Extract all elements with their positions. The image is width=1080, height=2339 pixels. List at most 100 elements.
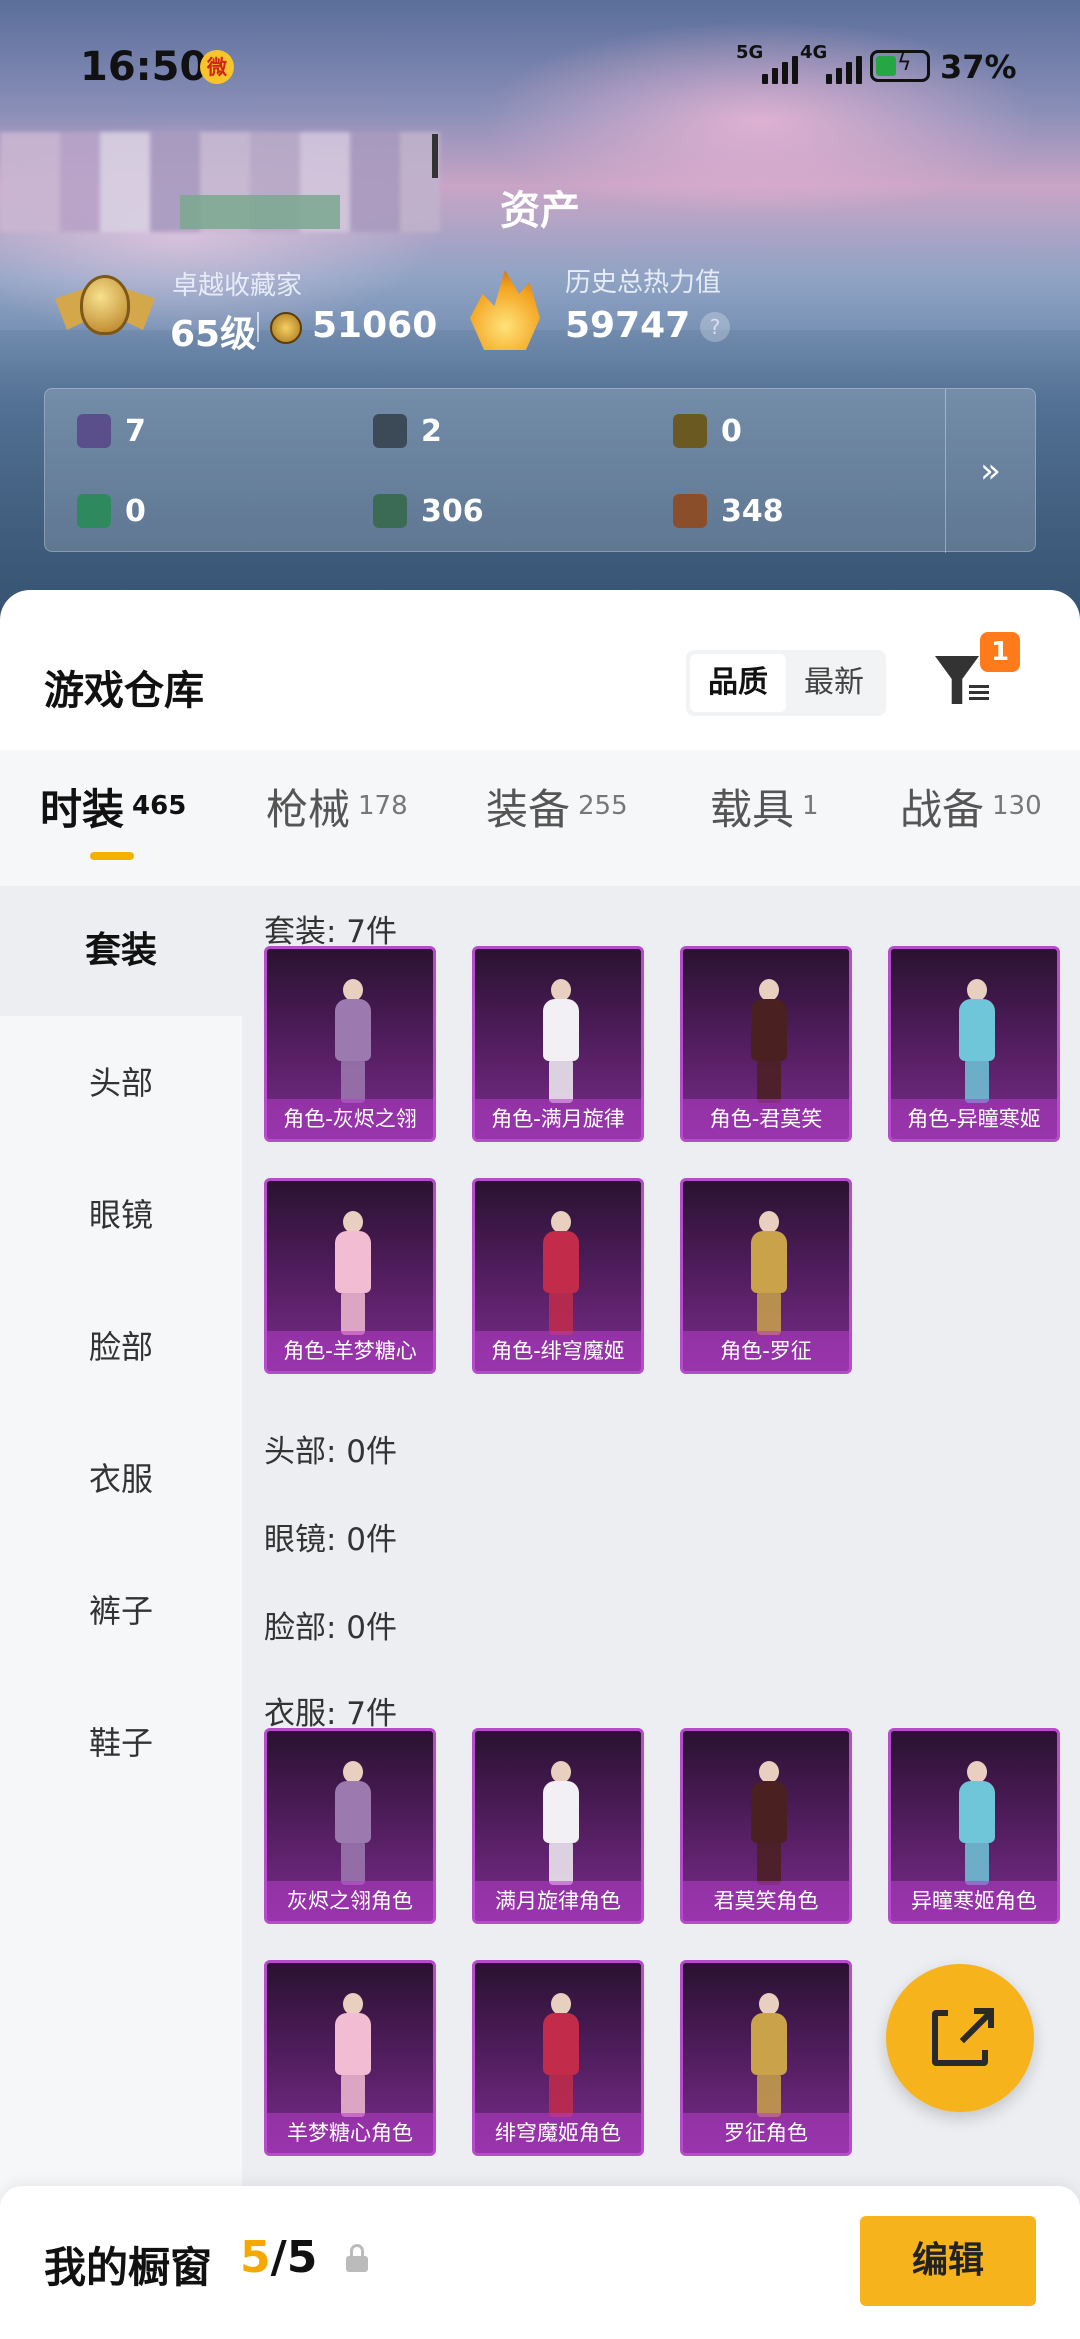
tab-equipment[interactable]: 装备 255 [486,776,628,837]
character-figure [741,1993,797,2117]
collector-title: 卓越收藏家 [172,271,303,301]
coin-icon [270,312,302,344]
clock: 16:50 [80,44,208,90]
asset-item: 306 [373,491,484,531]
item-label: 角色-异瞳寒姬 [891,1099,1057,1139]
sidebar-item-glasses[interactable]: 眼镜 [0,1190,242,1236]
tab-fashion[interactable]: 时装 465 [40,776,186,837]
character-figure [533,1761,589,1885]
sidebar-item-pants[interactable]: 裤子 [0,1586,242,1632]
item-card[interactable]: 羊梦糖心角色 [264,1960,436,2156]
sidebar-item-shoes[interactable]: 鞋子 [0,1718,242,1764]
tab-vehicles[interactable]: 载具 1 [710,776,819,837]
character-figure [325,1211,381,1335]
item-card[interactable]: 角色-羊梦糖心 [264,1178,436,1374]
item-label: 角色-羊梦糖心 [267,1331,433,1371]
asset-item: 0 [673,411,742,451]
filter-icon[interactable] [935,652,989,708]
app-screen: { "status_bar": {"time": "16:50", "net1"… [0,0,1080,2339]
expand-assets-button[interactable]: » [945,389,1035,553]
subcategory-sidebar: 套装 头部 眼镜 脸部 衣服 裤子 鞋子 [0,886,242,2306]
item-card[interactable]: 异瞳寒姬角色 [888,1728,1060,1924]
battery-percent: 37% [940,48,1017,86]
tab-guns[interactable]: 枪械 178 [266,776,408,837]
item-label: 角色-绯穹魔姬 [475,1331,641,1371]
item-card[interactable]: 角色-满月旋律 [472,946,644,1142]
item-label: 角色-君莫笑 [683,1099,849,1139]
item-card[interactable]: 角色-灰烬之翎 [264,946,436,1142]
character-figure [533,1211,589,1335]
section-title-clothes: 衣服: 7件 [264,1696,398,1732]
character-figure [325,1761,381,1885]
tab-gear[interactable]: 战备 130 [900,776,1042,837]
network-5g-label: 5G [736,42,764,63]
help-icon[interactable]: ? [700,312,730,342]
card-icon [77,414,111,448]
item-label: 角色-满月旋律 [475,1099,641,1139]
divider [257,312,259,342]
asset-item: 7 [77,411,146,451]
weibo-icon: 微 [200,50,234,84]
item-label: 满月旋律角色 [475,1881,641,1921]
sidebar-item-face[interactable]: 脸部 [0,1322,242,1368]
character-figure [741,979,797,1103]
item-card[interactable]: 角色-绯穹魔姬 [472,1178,644,1374]
item-card[interactable]: 君莫笑角色 [680,1728,852,1924]
heat-label: 历史总热力值 [565,268,722,298]
character-figure [741,1211,797,1335]
item-card[interactable]: 满月旋律角色 [472,1728,644,1924]
asset-item: 348 [673,491,784,531]
sidebar-item-head[interactable]: 头部 [0,1058,242,1104]
item-label: 灰烬之翎角色 [267,1881,433,1921]
item-card[interactable]: 绯穹魔姬角色 [472,1960,644,2156]
gear-token-icon [373,414,407,448]
sort-latest-button[interactable]: 最新 [786,654,882,712]
item-card[interactable]: 角色-异瞳寒姬 [888,946,1060,1142]
gold-emblem-icon [673,414,707,448]
blurred-username [432,134,438,178]
green-ticket-icon [77,494,111,528]
collector-medal-icon [55,265,155,355]
sort-quality-button[interactable]: 品质 [690,654,786,712]
item-card[interactable]: 角色-君莫笑 [680,946,852,1142]
status-bar: 16:50 微 5G 4G ϟ 37% [0,40,1080,100]
green-orb-icon [373,494,407,528]
character-figure [533,979,589,1103]
item-label: 异瞳寒姬角色 [891,1881,1057,1921]
character-figure [949,1761,1005,1885]
bronze-coin-icon [673,494,707,528]
active-tab-indicator [90,852,134,860]
lock-icon [346,2244,368,2272]
page-title: 资产 [500,188,580,234]
warehouse-title: 游戏仓库 [44,668,204,714]
showcase-label: 我的橱窗 [44,2243,213,2292]
signal-bars-icon [826,48,862,84]
item-label: 绯穹魔姬角色 [475,2113,641,2153]
character-figure [949,979,1005,1103]
item-card[interactable]: 灰烬之翎角色 [264,1728,436,1924]
item-label: 君莫笑角色 [683,1881,849,1921]
sort-toggle: 品质 最新 [686,650,886,716]
collector-level: 65级 [170,314,257,355]
section-title-head: 头部: 0件 [264,1434,398,1470]
asset-item: 0 [77,491,146,531]
signal-bars-icon [762,48,798,84]
filter-count-badge: 1 [980,632,1020,672]
battery-icon: ϟ [870,50,930,82]
sidebar-item-suits[interactable]: 套装 [0,886,242,1016]
character-figure [325,1993,381,2117]
edit-showcase-button[interactable]: 编辑 [860,2216,1036,2306]
sidebar-item-clothes[interactable]: 衣服 [0,1454,242,1500]
item-label: 羊梦糖心角色 [267,2113,433,2153]
category-tabs: 时装 465 枪械 178 装备 255 载具 1 战备 130 [0,750,1080,886]
item-card[interactable]: 罗征角色 [680,1960,852,2156]
character-figure [325,979,381,1103]
share-fab-button[interactable] [886,1964,1034,2112]
item-card[interactable]: 角色-罗征 [680,1178,852,1374]
coin-count: 51060 [312,305,438,346]
asset-item: 2 [373,411,442,451]
character-figure [533,1993,589,2117]
showcase-count: 5/5 [240,2232,318,2283]
asset-summary-panel[interactable]: 7 2 0 0 306 348 » [44,388,1036,553]
network-4g-label: 4G [800,42,828,63]
